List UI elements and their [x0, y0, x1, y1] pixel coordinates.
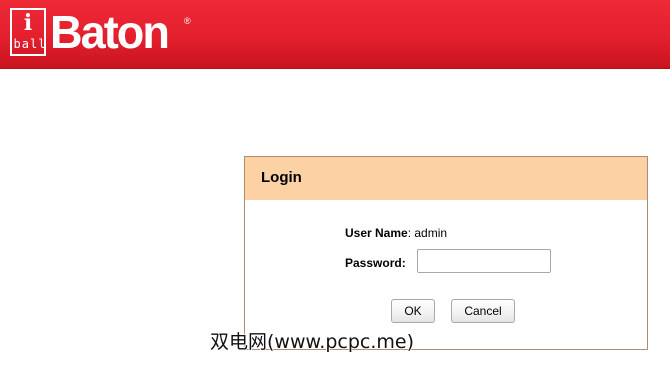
logo-ball: ball [13, 37, 47, 51]
logo-brand-name: Baton [50, 6, 170, 58]
header-banner: i ball Baton ® [0, 0, 670, 69]
logo-box: i ball [10, 8, 46, 56]
cancel-button[interactable]: Cancel [451, 299, 515, 323]
password-input[interactable] [417, 249, 551, 273]
site-watermark: 双电网(www.pcpc.me) [210, 331, 414, 353]
password-label: Password: [345, 256, 406, 270]
login-header: Login [245, 157, 647, 200]
username-label: User Name [345, 226, 408, 240]
logo-i: i [23, 10, 33, 36]
router-login-page: i ball Baton ® Login User Name: admin Pa… [0, 0, 670, 366]
username-value: : admin [407, 226, 448, 240]
ok-button[interactable]: OK [391, 299, 435, 323]
login-panel: Login User Name: admin Password: OK Canc… [244, 156, 648, 350]
username-row: User Name: admin [345, 225, 447, 241]
login-title: Login [261, 169, 302, 186]
registered-mark: ® [184, 16, 191, 26]
